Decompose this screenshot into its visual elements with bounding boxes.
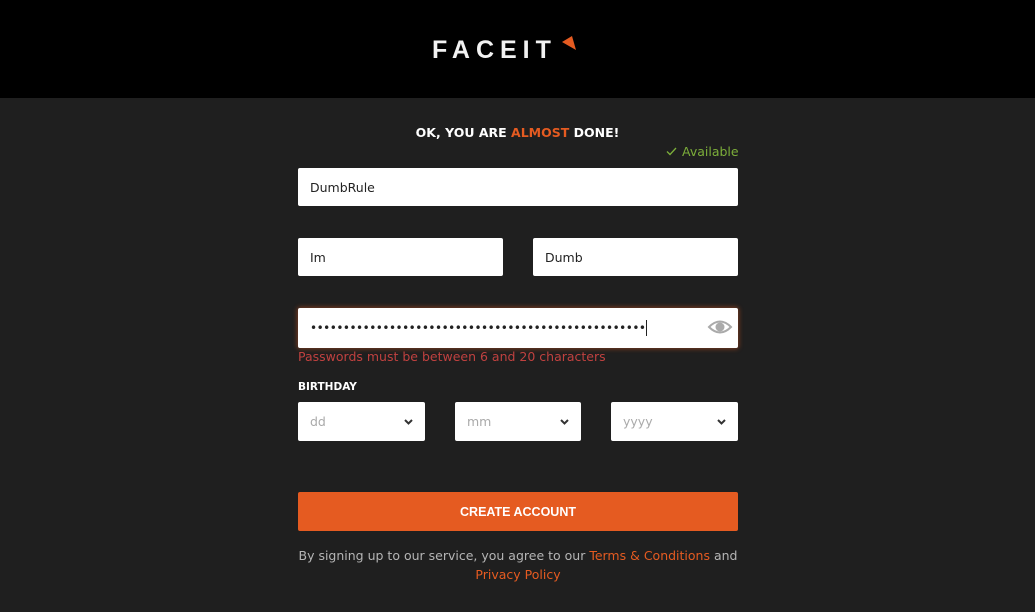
faceit-logo[interactable]: FACEIT: [432, 36, 607, 64]
show-password-eye-icon[interactable]: [707, 317, 733, 337]
password-input[interactable]: ••••••••••••••••••••••••••••••••••••••••…: [310, 321, 646, 335]
terms-notice: By signing up to our service, you agree …: [298, 548, 738, 582]
username-status-text: Available: [682, 144, 739, 159]
page-title: OK, YOU ARE ALMOST DONE!: [415, 125, 620, 140]
day-placeholder: dd: [310, 414, 326, 429]
last-name-input[interactable]: [545, 249, 726, 265]
privacy-policy-link[interactable]: Privacy Policy: [475, 567, 560, 582]
last-name-field[interactable]: [533, 238, 738, 276]
birthday-year-select[interactable]: yyyy: [611, 402, 738, 441]
terms-conditions-link[interactable]: Terms & Conditions: [589, 548, 710, 563]
birthday-label: BIRTHDAY: [298, 381, 357, 393]
chevron-down-icon: [404, 418, 413, 425]
first-name-field[interactable]: [298, 238, 503, 276]
birthday-month-select[interactable]: mm: [455, 402, 581, 441]
birthday-day-select[interactable]: dd: [298, 402, 425, 441]
year-placeholder: yyyy: [623, 414, 653, 429]
logo-text: FACEIT: [432, 36, 557, 64]
checkmark-icon: [666, 147, 677, 156]
username-field[interactable]: [298, 168, 738, 206]
first-name-input[interactable]: [310, 249, 491, 265]
username-status: Available: [666, 144, 739, 159]
chevron-down-icon: [560, 418, 569, 425]
password-error-message: Passwords must be between 6 and 20 chara…: [298, 349, 606, 364]
month-placeholder: mm: [467, 414, 492, 429]
text-caret: [646, 320, 648, 336]
top-header: FACEIT: [0, 0, 1035, 98]
password-field[interactable]: ••••••••••••••••••••••••••••••••••••••••…: [298, 308, 738, 348]
chevron-down-icon: [717, 418, 726, 425]
title-accent: ALMOST: [511, 125, 570, 140]
logo-flare-icon: [562, 36, 576, 50]
create-account-button[interactable]: CREATE ACCOUNT: [298, 492, 738, 531]
username-input[interactable]: [310, 179, 726, 195]
